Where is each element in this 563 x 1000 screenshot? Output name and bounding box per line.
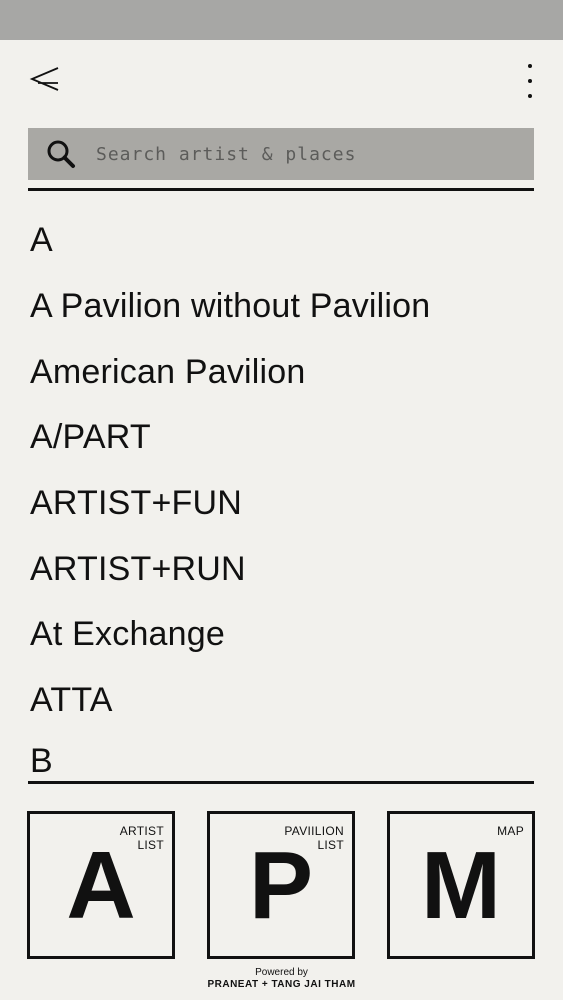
- artist-list-button[interactable]: ARTIST LIST A: [27, 811, 175, 959]
- search-input[interactable]: [94, 142, 498, 166]
- brand-text: PRANEAT + TANG JAI THAM: [207, 979, 356, 990]
- list-item[interactable]: American Pavilion: [30, 339, 534, 405]
- pavilion-list-button[interactable]: PAVIILION LIST P: [207, 811, 355, 959]
- back-arrow-icon: [29, 67, 59, 91]
- list-item[interactable]: ARTIST+FUN: [30, 471, 534, 537]
- tile-label-line: MAP: [497, 824, 524, 838]
- back-button[interactable]: [28, 64, 62, 94]
- list-item[interactable]: A Pavilion without Pavilion: [30, 274, 534, 340]
- list-item[interactable]: ATTA: [30, 668, 534, 734]
- list-item[interactable]: ARTIST+RUN: [30, 536, 534, 602]
- search-bar[interactable]: [28, 128, 534, 180]
- map-button[interactable]: MAP M: [387, 811, 535, 959]
- more-vertical-icon-dot: [528, 79, 532, 83]
- status-bar: [0, 0, 563, 40]
- tile-label: MAP: [497, 824, 524, 838]
- more-vertical-icon: [528, 64, 532, 68]
- tile-letter: P: [248, 832, 314, 939]
- more-vertical-icon-dot: [528, 94, 532, 98]
- list-item[interactable]: A/PART: [30, 405, 534, 471]
- search-divider: [28, 188, 534, 191]
- artist-list: A A Pavilion without Pavilion American P…: [30, 208, 534, 734]
- powered-by-footer: Powered by PRANEAT + TANG JAI THAM: [0, 967, 563, 991]
- powered-by-text: Powered by: [255, 967, 308, 978]
- search-icon: [47, 140, 75, 168]
- tile-letter: A: [66, 832, 136, 939]
- list-item[interactable]: At Exchange: [30, 602, 534, 668]
- section-header-a: A: [30, 221, 53, 260]
- tile-letter: M: [421, 832, 501, 939]
- more-options-button[interactable]: [516, 64, 544, 98]
- section-b-divider: [28, 781, 534, 784]
- section-header-b: B: [30, 742, 53, 780]
